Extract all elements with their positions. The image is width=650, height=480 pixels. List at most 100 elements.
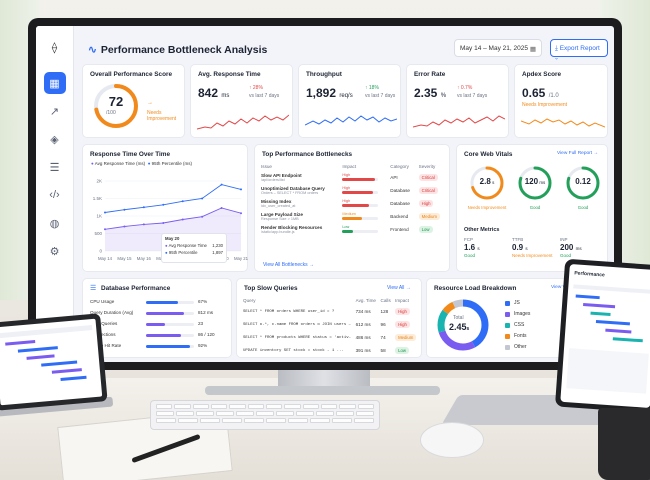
severity-cell: Low bbox=[417, 223, 447, 236]
data-point[interactable] bbox=[123, 225, 126, 228]
legend-avg: Avg Response Time (ms) bbox=[94, 161, 146, 166]
db-metrics: CPU Usage 67% Query Duration (Avg) 812 ms Sl… bbox=[90, 297, 228, 352]
code-icon[interactable]: ‹/› bbox=[44, 184, 66, 206]
col-category: Category bbox=[390, 164, 409, 169]
data-point[interactable] bbox=[162, 203, 165, 206]
col-query: Query bbox=[243, 298, 256, 303]
db-metric-label: CPU Usage bbox=[90, 299, 115, 304]
impact-cell: High bbox=[340, 184, 388, 197]
data-point[interactable] bbox=[201, 197, 204, 200]
data-point[interactable] bbox=[240, 188, 242, 191]
kpi-value: 842 ms bbox=[198, 86, 230, 100]
x-tick-label: May 16 bbox=[137, 256, 152, 261]
kpi-compare: vs last 7 days bbox=[457, 93, 488, 99]
issue-cell: Render Blocking Resources/static/app.bun… bbox=[261, 225, 323, 234]
other-metrics-title: Other Metrics bbox=[464, 227, 500, 233]
legend-swatch bbox=[505, 334, 510, 339]
db-metric-value: 812 ms bbox=[198, 310, 214, 315]
globe-icon[interactable]: ◍ bbox=[44, 212, 66, 234]
data-point[interactable] bbox=[123, 208, 126, 211]
bottleneck-row[interactable]: Render Blocking Resources/static/app.bun… bbox=[259, 223, 447, 236]
slow-query-row[interactable]: SELECT * FROM products WHERE status = 'a… bbox=[241, 331, 419, 344]
data-point[interactable] bbox=[104, 211, 106, 214]
impact-cell: High bbox=[393, 318, 419, 331]
data-point[interactable] bbox=[220, 206, 223, 209]
layers-icon[interactable]: ◈ bbox=[44, 128, 66, 150]
db-metric-value: 86 / 120 bbox=[198, 332, 215, 337]
db-metric-row: Connections 86 / 120 bbox=[90, 330, 228, 341]
laptop-gantt-graphic bbox=[0, 325, 93, 381]
data-point[interactable] bbox=[201, 215, 204, 218]
impact-badge: High bbox=[395, 308, 410, 315]
category-cell: Backend bbox=[390, 214, 409, 219]
avg-time-cell: 486 ms bbox=[355, 335, 371, 340]
vitals-gauges: 2.8 s Needs Improvement 120 ms Good 0.12 Goo… bbox=[457, 163, 609, 213]
chart-title: Response Time Over Time bbox=[90, 151, 171, 158]
bottleneck-row[interactable]: Slow API Endpoint/api/orders/list High API… bbox=[259, 171, 447, 184]
view-full-report-link[interactable]: View Full Report → bbox=[557, 151, 598, 156]
bottleneck-row[interactable]: Missing Index idx_user_created_at High Data… bbox=[259, 197, 447, 210]
metric-status: Good bbox=[464, 253, 476, 258]
tooltip-avg-value: 1,230 bbox=[212, 243, 223, 248]
db-title: Database Performance bbox=[101, 285, 171, 292]
right-tablet: Performance bbox=[554, 258, 650, 414]
web-vitals-card: Core Web Vitals View Full Report → 2.8 s… bbox=[456, 144, 608, 272]
data-point[interactable] bbox=[220, 183, 223, 186]
metric-value: 200 ms bbox=[560, 243, 582, 252]
legend-name: Other bbox=[514, 344, 527, 350]
download-icon: ⤓ bbox=[555, 45, 558, 52]
legend-name: CSS bbox=[514, 322, 525, 328]
bottleneck-row[interactable]: Large Payload Size Response Size > 1MB Med… bbox=[259, 210, 447, 223]
export-report-button[interactable]: ⤓ Export Report ⌄ bbox=[550, 39, 608, 60]
kpi-delta: ↑ 28% bbox=[249, 85, 263, 91]
app-logo-icon[interactable]: ⟠ bbox=[44, 36, 66, 58]
metric-label: FCP bbox=[464, 237, 473, 242]
data-point[interactable] bbox=[181, 200, 184, 203]
calls-cell: 128 bbox=[380, 309, 389, 314]
data-point[interactable] bbox=[162, 222, 165, 224]
database-icon[interactable]: ☰ bbox=[44, 156, 66, 178]
slow-query-row[interactable]: SELECT o.*, c.name FROM orders o JOIN us… bbox=[241, 318, 419, 331]
category-cell: Frontend bbox=[390, 227, 409, 232]
donut-total-value: 2.45s bbox=[449, 322, 470, 332]
impact-cell: Medium bbox=[340, 210, 388, 223]
impact-badge: Medium bbox=[395, 334, 417, 341]
data-point[interactable] bbox=[142, 223, 145, 226]
view-all-queries-link[interactable]: View All → bbox=[387, 285, 411, 291]
tablet-screen: Performance bbox=[560, 264, 650, 408]
metric-label: TTFB bbox=[512, 237, 524, 242]
gauge-status: Good bbox=[529, 205, 541, 210]
data-point[interactable] bbox=[181, 218, 184, 221]
calendar-icon: ▦ bbox=[529, 46, 536, 53]
col-calls: Calls bbox=[380, 298, 391, 303]
dashboard-grid-icon[interactable]: ▦ bbox=[43, 72, 66, 94]
impact-badge: Low bbox=[395, 347, 409, 354]
legend-name: JS bbox=[514, 300, 520, 306]
db-metric-row: CPU Usage 67% bbox=[90, 297, 228, 308]
trend-chart-icon[interactable]: ↗ bbox=[44, 100, 66, 122]
bottleneck-row[interactable]: Unoptimized Database Query Orders – SELEC… bbox=[259, 184, 447, 197]
date-range-picker[interactable]: May 14 – May 21, 2025 ▦ bbox=[454, 39, 542, 57]
col-impact: Impact bbox=[395, 298, 409, 303]
data-point[interactable] bbox=[104, 228, 106, 231]
settings-gear-icon[interactable]: ⚙ bbox=[44, 240, 66, 262]
slow-query-row[interactable]: SELECT * FROM orders WHERE user_id = ? 73… bbox=[241, 305, 419, 318]
query-cell: SELECT o.*, c.name FROM orders o JOIN us… bbox=[243, 322, 354, 327]
kpi-status: Needs Improvement bbox=[522, 102, 568, 108]
data-point[interactable] bbox=[240, 212, 242, 215]
col-avg-time: Avg. Time bbox=[355, 298, 376, 303]
y-tick-label: 1K bbox=[96, 214, 102, 219]
data-point[interactable] bbox=[142, 206, 145, 209]
issue-cell: Unoptimized Database Query Orders – SELEC… bbox=[261, 186, 325, 195]
severity-cell: Critical bbox=[417, 184, 447, 197]
view-all-bottlenecks-link[interactable]: View All Bottlenecks → bbox=[263, 262, 314, 268]
throughput-sparkline bbox=[305, 115, 397, 126]
legend-swatch bbox=[505, 345, 510, 350]
resource-title: Resource Load Breakdown bbox=[434, 285, 517, 292]
kpi-title: Overall Performance Score bbox=[90, 71, 173, 78]
db-metric-value: 67% bbox=[198, 299, 208, 304]
col-impact: Impact bbox=[342, 164, 357, 169]
kpi-error-rate: Error Rate 2.35 % ↑ 0.7% vs last 7 days bbox=[406, 64, 509, 138]
slow-query-row[interactable]: UPDATE inventory SET stock = stock - 1 .… bbox=[241, 344, 419, 357]
kpi-value: 2.35 % bbox=[414, 86, 447, 100]
